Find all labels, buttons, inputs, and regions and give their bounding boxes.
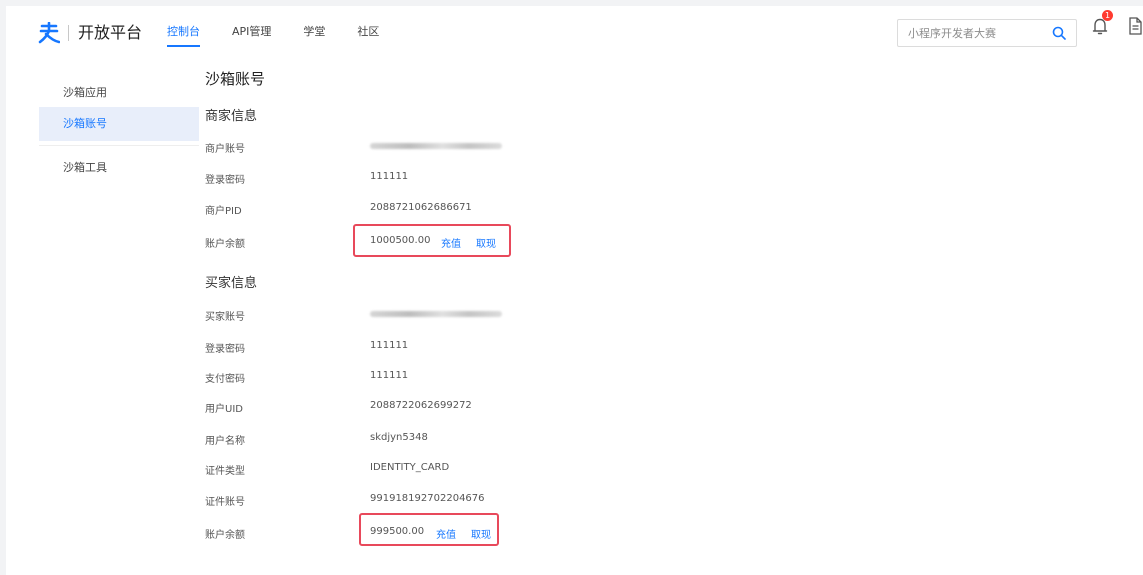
- buyer-cert-number-value: 991918192702204676: [370, 493, 485, 504]
- top-header: 开放平台 控制台 API管理 学堂 社区: [6, 6, 1143, 60]
- nav-academy[interactable]: 学堂: [303, 6, 325, 60]
- buyer-name-label: 用户名称: [205, 436, 245, 447]
- buyer-cert-type-label: 证件类型: [205, 466, 245, 477]
- buyer-uid-value: 2088722062699272: [370, 400, 472, 411]
- buyer-uid-label: 用户UID: [205, 404, 243, 415]
- page-title: 沙箱账号: [205, 70, 266, 88]
- buyer-section-title: 买家信息: [205, 276, 258, 291]
- buyer-cert-type-value: IDENTITY_CARD: [370, 462, 450, 473]
- buyer-login-password-label: 登录密码: [205, 344, 245, 355]
- buyer-pay-password-value: 111111: [370, 370, 409, 381]
- merchant-balance-value: 1000500.00: [370, 235, 431, 246]
- merchant-account-label: 商户账号: [205, 144, 245, 155]
- merchant-balance-label: 账户余额: [205, 239, 245, 250]
- buyer-pay-password-label: 支付密码: [205, 374, 245, 385]
- brand-title[interactable]: 开放平台: [78, 22, 142, 44]
- search-input[interactable]: [898, 20, 1038, 46]
- buyer-account-label: 买家账号: [205, 312, 245, 323]
- buyer-recharge-link[interactable]: 充值: [436, 526, 456, 541]
- buyer-cert-number-label: 证件账号: [205, 497, 245, 508]
- merchant-recharge-link[interactable]: 充值: [441, 235, 461, 250]
- nav-community[interactable]: 社区: [357, 6, 379, 60]
- merchant-withdraw-link[interactable]: 取现: [476, 235, 496, 250]
- buyer-balance-label: 账户余额: [205, 530, 245, 541]
- logo-divider: [68, 25, 69, 41]
- buyer-withdraw-link[interactable]: 取现: [471, 526, 491, 541]
- alipay-logo-icon[interactable]: [38, 22, 60, 44]
- sidebar-divider: [39, 145, 199, 146]
- merchant-password-value: 111111: [370, 171, 409, 182]
- document-icon[interactable]: [1128, 17, 1142, 35]
- merchant-password-label: 登录密码: [205, 175, 245, 186]
- buyer-account-value-redacted: [370, 311, 502, 317]
- merchant-pid-label: 商户PID: [205, 206, 242, 217]
- merchant-pid-value: 2088721062686671: [370, 202, 472, 213]
- search-icon[interactable]: [1052, 26, 1066, 40]
- buyer-name-value: skdjyn5348: [370, 432, 428, 443]
- search-box: [897, 19, 1077, 47]
- merchant-section-title: 商家信息: [205, 109, 258, 124]
- buyer-balance-value: 999500.00: [370, 526, 425, 537]
- sidebar-item-sandbox-apps[interactable]: 沙箱应用: [39, 76, 199, 110]
- nav-console[interactable]: 控制台: [167, 6, 200, 60]
- merchant-account-value-redacted: [370, 143, 502, 149]
- sidebar: 沙箱应用 沙箱账号 沙箱工具: [6, 60, 199, 575]
- sidebar-item-sandbox-tools[interactable]: 沙箱工具: [39, 151, 199, 185]
- notification-badge: 1: [1102, 10, 1113, 21]
- sidebar-item-sandbox-accounts[interactable]: 沙箱账号: [39, 107, 199, 141]
- buyer-login-password-value: 111111: [370, 340, 409, 351]
- main-content: 沙箱账号 商家信息 商户账号 登录密码 111111 商户PID 2088721…: [199, 60, 1143, 575]
- main-nav: 控制台 API管理 学堂 社区: [167, 6, 411, 60]
- nav-api-management[interactable]: API管理: [232, 6, 271, 60]
